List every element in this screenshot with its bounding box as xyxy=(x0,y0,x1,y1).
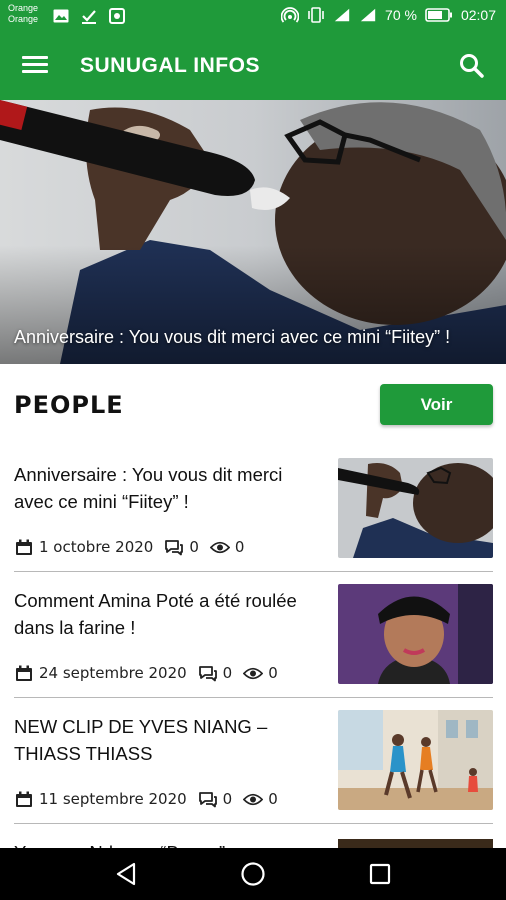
carrier-line-2: Orange xyxy=(8,14,39,24)
app-title: SUNUGAL INFOS xyxy=(80,54,260,77)
status-bar: Orange Orange 70 % 02:07 xyxy=(0,0,506,32)
comment-count: 0 xyxy=(189,538,199,556)
list-item[interactable]: Comment Amina Poté a été roulée dans la … xyxy=(0,584,506,713)
battery-icon xyxy=(425,6,453,24)
back-button[interactable] xyxy=(113,860,141,888)
hotspot-icon xyxy=(281,6,300,24)
hero-caption: Anniversaire : You vous dit merci avec c… xyxy=(14,327,451,347)
eye-icon xyxy=(243,664,264,682)
battery-percentage: 70 % xyxy=(385,7,417,23)
article-meta: 24 septembre 2020 0 0 xyxy=(14,664,278,682)
calendar-icon xyxy=(14,790,34,808)
home-button[interactable] xyxy=(239,860,267,888)
divider xyxy=(14,697,493,698)
divider xyxy=(14,823,493,824)
signal-1-icon xyxy=(333,6,351,24)
recents-button[interactable] xyxy=(366,860,394,888)
view-count: 0 xyxy=(268,790,278,808)
system-status: 70 % 02:07 xyxy=(281,6,496,24)
download-done-icon xyxy=(80,7,98,25)
carrier-label: Orange Orange xyxy=(8,3,38,25)
view-count: 0 xyxy=(268,664,278,682)
app-notification-icon xyxy=(108,7,126,25)
home-icon xyxy=(241,862,265,886)
list-item[interactable]: Youssou Ndour – “Baayo” ... xyxy=(0,839,506,848)
article-meta: 11 septembre 2020 0 0 xyxy=(14,790,278,808)
carrier-line-1: Orange xyxy=(8,3,39,13)
article-thumbnail xyxy=(338,839,493,848)
back-icon xyxy=(116,862,136,886)
calendar-icon xyxy=(14,664,34,682)
search-button[interactable] xyxy=(456,50,488,82)
eye-icon xyxy=(209,538,230,556)
system-nav-bar xyxy=(0,848,506,900)
article-date: 24 septembre 2020 xyxy=(39,664,187,682)
comment-count: 0 xyxy=(222,790,233,808)
list-item[interactable]: Anniversaire : You vous dit merci avec c… xyxy=(0,458,506,587)
divider xyxy=(14,571,493,572)
article-meta: 1 octobre 2020 0 0 xyxy=(14,538,244,556)
section-title: PEOPLE xyxy=(14,391,124,419)
article-title: Comment Amina Poté a été roulée dans la … xyxy=(14,590,297,638)
article-title: Anniversaire : You vous dit merci avec c… xyxy=(14,464,283,512)
image-notification-icon xyxy=(52,7,70,25)
article-thumbnail xyxy=(338,584,493,684)
clock: 02:07 xyxy=(460,7,496,23)
vibrate-icon xyxy=(307,6,325,24)
article-date: 1 octobre 2020 xyxy=(39,538,154,556)
comment-icon xyxy=(198,664,218,682)
notification-icons xyxy=(52,7,126,25)
article-title: NEW CLIP DE YVES NIANG – THIASS THIASS xyxy=(14,716,268,764)
signal-2-icon xyxy=(359,6,377,24)
eye-icon xyxy=(243,790,264,808)
app-bar: SUNUGAL INFOS xyxy=(0,32,506,100)
comment-icon xyxy=(164,538,184,556)
search-icon xyxy=(460,54,484,78)
comment-count: 0 xyxy=(222,664,233,682)
menu-icon xyxy=(22,56,58,73)
comment-icon xyxy=(198,790,218,808)
article-thumbnail xyxy=(338,710,493,810)
menu-button[interactable] xyxy=(22,52,58,80)
article-title: Youssou Ndour – “Baayo” ... xyxy=(14,839,314,848)
voir-button[interactable]: Voir xyxy=(380,384,493,425)
list-item[interactable]: NEW CLIP DE YVES NIANG – THIASS THIASS 1… xyxy=(0,710,506,839)
hero-banner[interactable]: Anniversaire : You vous dit merci avec c… xyxy=(0,100,506,364)
calendar-icon xyxy=(14,538,34,556)
recents-icon xyxy=(369,863,391,885)
article-date: 11 septembre 2020 xyxy=(39,790,187,808)
view-count: 0 xyxy=(234,538,245,556)
article-thumbnail xyxy=(338,458,493,558)
